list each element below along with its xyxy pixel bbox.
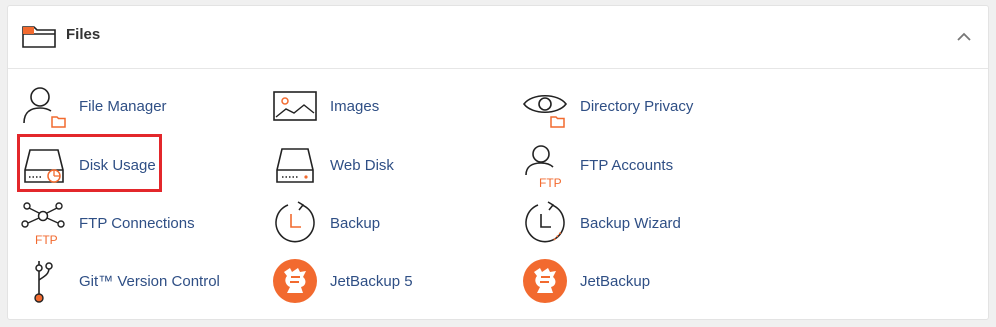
files-panel: Files File Manager Images Directory Priv… xyxy=(7,5,989,320)
jetbackup-label: JetBackup xyxy=(580,272,651,290)
disk-usage-link[interactable]: Disk Usage xyxy=(21,139,156,191)
directory-privacy-link[interactable]: Directory Privacy xyxy=(522,80,693,132)
section-title: Files xyxy=(66,26,101,43)
disk-usage-icon xyxy=(24,149,64,183)
backup-wizard-icon xyxy=(525,201,565,243)
ftp-accounts-icon: FTP xyxy=(525,145,562,188)
chevron-up-icon[interactable] xyxy=(957,32,971,41)
jetbackup-5-label: JetBackup 5 xyxy=(330,272,413,290)
images-icon xyxy=(273,91,317,121)
web-disk-link[interactable]: Web Disk xyxy=(272,139,394,191)
folder-icon xyxy=(22,26,56,48)
web-disk-label: Web Disk xyxy=(330,156,394,174)
git-version-control-link[interactable]: Git™ Version Control xyxy=(21,255,220,307)
images-link[interactable]: Images xyxy=(272,80,379,132)
section-header[interactable]: Files xyxy=(8,6,988,69)
git-version-control-label: Git™ Version Control xyxy=(79,272,220,290)
jetbackup-icon xyxy=(523,259,567,303)
git-icon xyxy=(34,261,53,303)
web-disk-icon xyxy=(276,148,314,183)
backup-wizard-label: Backup Wizard xyxy=(580,214,681,232)
file-manager-label: File Manager xyxy=(79,97,167,115)
jetbackup-5-icon xyxy=(273,259,317,303)
backup-link[interactable]: Backup xyxy=(272,197,380,249)
images-label: Images xyxy=(330,97,380,115)
ftp-connections-icon: FTP xyxy=(21,202,65,246)
file-manager-icon xyxy=(23,87,66,128)
directory-privacy-label: Directory Privacy xyxy=(580,97,694,115)
ftp-connections-label: FTP Connections xyxy=(79,214,195,232)
directory-privacy-icon xyxy=(523,94,567,128)
jetbackup-5-link[interactable]: JetBackup 5 xyxy=(272,255,413,307)
backup-icon xyxy=(275,201,315,243)
svg-text:FTP: FTP xyxy=(539,176,562,188)
backup-wizard-link[interactable]: Backup Wizard xyxy=(522,197,681,249)
ftp-connections-link[interactable]: FTP FTP Connections xyxy=(21,197,195,249)
svg-text:FTP: FTP xyxy=(35,233,58,246)
ftp-accounts-label: FTP Accounts xyxy=(580,156,674,174)
disk-usage-label: Disk Usage xyxy=(79,156,156,174)
ftp-accounts-link[interactable]: FTP FTP Accounts xyxy=(522,139,673,191)
jetbackup-link[interactable]: JetBackup xyxy=(522,255,650,307)
file-manager-link[interactable]: File Manager xyxy=(21,80,167,132)
backup-label: Backup xyxy=(330,214,381,232)
